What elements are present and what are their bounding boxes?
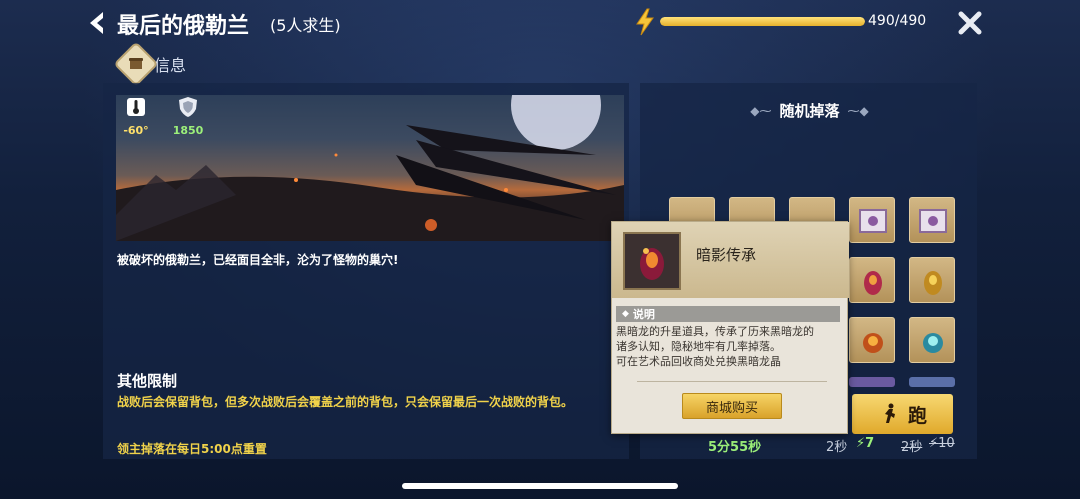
close-button[interactable] xyxy=(957,10,983,36)
ornament-left-icon: ◆⁓ xyxy=(750,103,772,118)
drop-item-slot[interactable] xyxy=(849,317,895,363)
drop-item-slot[interactable] xyxy=(909,197,955,243)
run-cost-value: 7 xyxy=(865,436,875,451)
scroll-item-icon xyxy=(859,209,887,233)
gold-gem-icon xyxy=(924,271,942,295)
thermometer-icon xyxy=(127,98,145,116)
top-bar: 最后的俄勒兰 (5人求生) 490/490 xyxy=(0,0,1080,46)
rules-text: 战败后会保留背包，但多次战败后会覆盖之前的背包，只会保留最后一次战败的背包。 xyxy=(117,395,574,409)
run-time: 2秒 xyxy=(826,440,848,455)
run-cost-old: ⚡10 xyxy=(929,436,955,451)
tooltip-line: 黑暗龙的升星道具，传承了历来黑暗龙的 xyxy=(616,325,814,338)
rules-title: 其他限制 xyxy=(117,372,178,390)
info-tab-label: 信息 xyxy=(154,56,187,75)
drops-title: 随机掉落 xyxy=(779,102,840,120)
drop-item-slot[interactable] xyxy=(849,377,895,387)
temperature-stat: -60° xyxy=(116,95,156,137)
home-indicator[interactable] xyxy=(402,483,678,489)
diamond-icon: ◆ xyxy=(622,309,629,319)
info-tab[interactable]: 信息 xyxy=(113,41,187,87)
tooltip-section-label: 说明 xyxy=(632,308,655,321)
tooltip-line: 诸多认知，隐秘地牢有几率掉落。 xyxy=(616,340,781,353)
energy-bar xyxy=(660,17,865,26)
run-time-old: 2秒 xyxy=(901,440,923,455)
run-button[interactable]: 跑 xyxy=(852,394,953,434)
tooltip-item-icon xyxy=(623,232,681,290)
defense-stat: 1850 xyxy=(168,95,208,137)
lightning-icon xyxy=(636,8,654,36)
tooltip-divider xyxy=(637,381,827,382)
page-subtitle: (5人求生) xyxy=(270,16,341,35)
ornament-right-icon: ⁓◆ xyxy=(847,103,869,118)
running-man-icon xyxy=(884,403,895,423)
drop-item-slot[interactable] xyxy=(909,317,955,363)
item-tooltip: 暗影传承 ◆ 说明 黑暗龙的升星道具，传承了历来黑暗龙的 诸多认知，隐秘地牢有几… xyxy=(611,221,849,434)
tooltip-line: 可在艺术品回收商处兑换黑暗龙晶 xyxy=(616,355,781,368)
tooltip-item-name: 暗影传承 xyxy=(696,246,757,264)
scroll-item-icon xyxy=(919,209,947,233)
shadow-inheritance-icon xyxy=(640,248,664,280)
drop-item-slot[interactable] xyxy=(909,377,955,387)
fire-orb-icon xyxy=(863,333,883,353)
drop-countdown: 5分55秒 xyxy=(708,440,762,455)
red-gem-icon xyxy=(864,271,882,295)
drop-item-slot[interactable] xyxy=(849,257,895,303)
temperature-value: -60° xyxy=(123,124,149,137)
run-cost-old-value: 10 xyxy=(938,436,955,451)
tooltip-description: 黑暗龙的升星道具，传承了历来黑暗龙的 诸多认知，隐秘地牢有几率掉落。 可在艺术品… xyxy=(616,324,842,369)
reset-notice: 领主掉落在每日5:00点重置 xyxy=(117,442,267,456)
map-description: 被破坏的俄勒兰，已经面目全非，沦为了怪物的巢穴! xyxy=(117,253,399,267)
shop-buy-button[interactable]: 商城购买 xyxy=(682,393,782,419)
energy-fill xyxy=(660,17,865,26)
back-arrow-icon xyxy=(90,12,103,34)
info-badge xyxy=(113,41,159,87)
scroll-icon xyxy=(129,58,143,69)
tooltip-section-header: ◆ 说明 xyxy=(616,306,840,322)
run-cost: ⚡7 xyxy=(856,436,875,451)
back-button[interactable] xyxy=(84,9,110,37)
defense-value: 1850 xyxy=(172,124,204,137)
shield-icon xyxy=(179,97,197,117)
page-title: 最后的俄勒兰 xyxy=(117,14,250,39)
drops-header: ◆⁓ 随机掉落 ⁓◆ xyxy=(732,100,887,121)
drop-item-slot[interactable] xyxy=(849,197,895,243)
energy-text: 490/490 xyxy=(868,13,927,29)
run-button-label: 跑 xyxy=(907,404,927,427)
ice-orb-icon xyxy=(923,333,943,353)
drop-item-slot[interactable] xyxy=(909,257,955,303)
